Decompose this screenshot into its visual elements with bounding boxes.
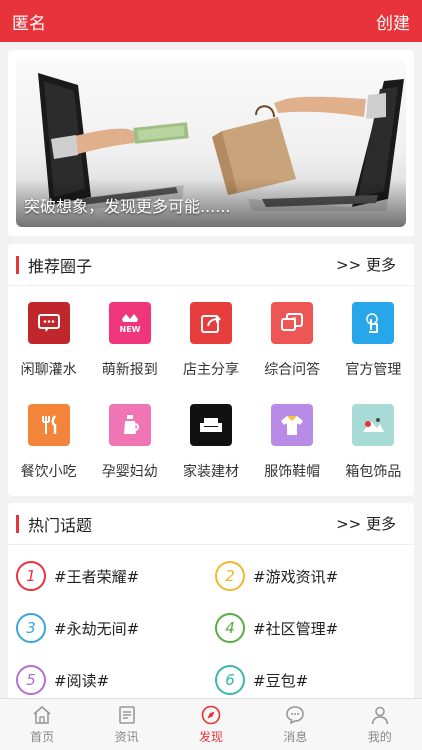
- tshirt-icon: [271, 404, 314, 446]
- create-button[interactable]: 创建: [376, 9, 410, 34]
- topics-title: 热门话题: [28, 515, 93, 535]
- circle-label: 闲聊灌水: [20, 362, 77, 378]
- banner-card: 突破想象，发现更多可能......: [8, 50, 414, 236]
- topic-rank: 1: [16, 561, 46, 591]
- cutlery-icon: [27, 404, 70, 446]
- home-icon: [33, 705, 51, 724]
- circle-item-baby[interactable]: 孕婴妇幼: [89, 404, 170, 506]
- circle-item-bags[interactable]: 箱包饰品: [333, 404, 414, 506]
- circle-item-official[interactable]: 官方管理: [333, 302, 414, 404]
- tab-label: 首页: [30, 730, 55, 744]
- banner[interactable]: 突破想象，发现更多可能......: [16, 59, 406, 227]
- news-icon: [118, 706, 135, 724]
- topic-item[interactable]: 4 #社区管理#: [215, 607, 414, 649]
- topic-label: #王者荣耀#: [54, 567, 140, 586]
- circle-label: 店主分享: [182, 362, 239, 378]
- topic-item[interactable]: 1 #王者荣耀#: [16, 555, 215, 597]
- tab-profile[interactable]: 我的: [345, 704, 415, 745]
- topics-title-wrap: 热门话题: [16, 512, 92, 536]
- person-icon: [371, 706, 389, 725]
- circles-title-wrap: 推荐圈子: [16, 253, 92, 277]
- tab-discover[interactable]: 发现: [176, 704, 246, 745]
- chat-icon: [27, 302, 70, 344]
- topic-rank: 4: [215, 613, 245, 643]
- sofa-icon: [189, 404, 232, 446]
- svg-text:?: ?: [293, 316, 297, 325]
- topic-label: #社区管理#: [253, 619, 339, 638]
- title-accent-bar: [16, 514, 19, 533]
- header-title[interactable]: 匿名: [12, 9, 46, 34]
- circle-label: 综合问答: [264, 362, 321, 378]
- topics-more-link[interactable]: >> 更多: [336, 513, 396, 534]
- circle-label: 家装建材: [182, 464, 239, 480]
- touch-icon: [352, 302, 395, 344]
- circle-label: 孕婴妇幼: [101, 464, 158, 480]
- topic-rank: 3: [16, 613, 46, 643]
- circle-label: 箱包饰品: [345, 464, 402, 480]
- topic-label: #阅读#: [54, 671, 110, 690]
- topics-list: 1 #王者荣耀# 2 #游戏资讯# 3 #永劫无间# 4 #社区管理# 5 #阅…: [8, 545, 414, 701]
- banner-caption: 突破想象，发现更多可能......: [24, 197, 231, 216]
- tab-label: 资讯: [114, 730, 139, 744]
- circle-item-qa[interactable]: ? 综合问答: [252, 302, 333, 404]
- circle-label: 萌新报到: [101, 362, 158, 378]
- circle-item-home[interactable]: 家装建材: [170, 404, 251, 506]
- new-crown-icon: NEW: [108, 302, 151, 344]
- circles-grid: 闲聊灌水 NEW 萌新报到 店主分享 ? 综合问答 官方管理 餐饮小吃 孕婴妇幼…: [8, 286, 414, 506]
- circle-label: 官方管理: [345, 362, 402, 378]
- question-icon: ?: [271, 302, 314, 344]
- topic-rank: 6: [215, 665, 245, 695]
- circles-header: 推荐圈子 >> 更多: [8, 244, 414, 286]
- circle-item-clothes[interactable]: 服饰鞋帽: [252, 404, 333, 506]
- topic-rank: 5: [16, 665, 46, 695]
- top-bar: 匿名 创建: [0, 0, 422, 42]
- message-icon: [286, 706, 305, 725]
- recommended-circles-card: 推荐圈子 >> 更多 闲聊灌水 NEW 萌新报到 店主分享 ? 综合问答 官方管…: [8, 244, 414, 496]
- topics-header: 热门话题 >> 更多: [8, 503, 414, 545]
- circles-title: 推荐圈子: [28, 256, 93, 276]
- bottom-tab-bar: 首页 资讯 发现 消息 我的: [0, 698, 422, 750]
- svg-text:NEW: NEW: [119, 325, 140, 334]
- tab-label: 消息: [283, 730, 308, 744]
- topic-label: #豆包#: [253, 671, 309, 690]
- tab-news[interactable]: 资讯: [92, 704, 162, 745]
- circles-more-link[interactable]: >> 更多: [336, 254, 396, 275]
- circle-item-newbie[interactable]: NEW 萌新报到: [89, 302, 170, 404]
- topic-item[interactable]: 2 #游戏资讯#: [215, 555, 414, 597]
- topic-item[interactable]: 5 #阅读#: [16, 659, 215, 701]
- tab-home[interactable]: 首页: [7, 704, 77, 745]
- tab-label: 我的: [367, 730, 392, 744]
- circle-item-chat[interactable]: 闲聊灌水: [8, 302, 89, 404]
- hot-topics-card: 热门话题 >> 更多 1 #王者荣耀# 2 #游戏资讯# 3 #永劫无间# 4 …: [8, 503, 414, 703]
- circle-label: 服饰鞋帽: [264, 464, 321, 480]
- topic-rank: 2: [215, 561, 245, 591]
- circle-label: 餐饮小吃: [20, 464, 77, 480]
- title-accent-bar: [16, 255, 19, 274]
- topic-label: #永劫无间#: [54, 619, 140, 638]
- topic-item[interactable]: 6 #豆包#: [215, 659, 414, 701]
- topic-label: #游戏资讯#: [253, 567, 339, 586]
- circle-item-food[interactable]: 餐饮小吃: [8, 404, 89, 506]
- landscape-icon: [352, 404, 395, 446]
- circle-item-shop-share[interactable]: 店主分享: [170, 302, 251, 404]
- bottle-icon: [108, 404, 151, 446]
- tab-label: 发现: [198, 730, 223, 744]
- tab-messages[interactable]: 消息: [260, 704, 330, 745]
- share-icon: [189, 302, 232, 344]
- compass-icon: [201, 705, 221, 725]
- topic-item[interactable]: 3 #永劫无间#: [16, 607, 215, 649]
